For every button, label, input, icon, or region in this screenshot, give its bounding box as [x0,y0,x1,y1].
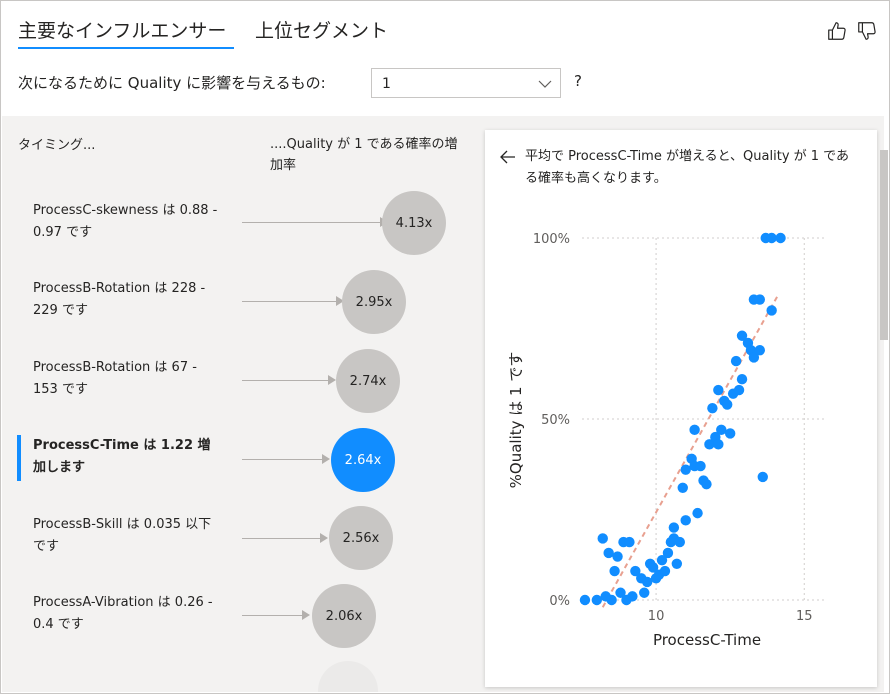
thumbs-up-icon[interactable] [826,20,848,42]
multiplier-bubble: 2.64x [331,428,395,492]
thumbs-down-icon[interactable] [856,20,878,42]
influencer-label: ProcessC-Time は 1.22 増加します [33,438,211,475]
scatter-point[interactable] [612,551,623,562]
scatter-point[interactable] [677,482,688,493]
scatter-point[interactable] [713,439,724,450]
influencer-connector [242,301,342,302]
multiplier-bubble: 2.56x [329,506,393,570]
influencer-label: ProcessB-Rotation は 67 - 153 です [33,360,197,397]
scatter-point[interactable] [680,515,691,526]
influencer-row[interactable]: ProcessB-Rotation は 228 - 229 です 2.95x [2,265,472,335]
influencer-connector [242,380,332,381]
scatter-point[interactable] [766,305,777,316]
scrollbar[interactable] [880,150,888,340]
influencer-connector [242,538,324,539]
scatter-point[interactable] [600,591,611,602]
scatter-point[interactable] [754,345,766,356]
influencer-label: ProcessB-Rotation は 228 - 229 です [33,281,206,318]
scatter-point[interactable] [730,355,742,367]
multiplier-bubble: 2.06x [312,584,376,648]
scatter-point[interactable] [674,536,685,548]
scatter-point[interactable] [671,558,683,569]
scatter-point[interactable] [668,522,680,533]
influencer-label: ProcessC-skewness は 0.88 - 0.97 です [33,203,218,240]
multiplier-bubble: 2.95x [342,270,406,334]
tab-key-influencers[interactable]: 主要なインフルエンサー [18,16,226,43]
partial-bubble [318,661,378,692]
scatter-point[interactable] [615,587,626,598]
x-tick-label: 15 [796,609,813,624]
scatter-point[interactable] [641,576,653,588]
scatter-point[interactable] [775,232,786,244]
scatter-point[interactable] [624,536,635,548]
scatter-point[interactable] [603,547,614,559]
scatter-point[interactable] [701,478,712,490]
scatter-point[interactable] [639,587,650,598]
scatter-chart: 0% 50% 100% 10 15 ProcessC-Time %Quality は 1… [507,232,825,649]
influencer-connector [242,222,382,223]
influencer-row[interactable]: ProcessC-skewness は 0.88 - 0.97 です 4.13x [2,186,472,256]
y-axis-title: %Quality は 1 です [507,352,525,489]
arrow-right-icon [322,454,330,464]
column-header-increase: ....Quality が 1 である確率の増加率 [270,137,458,173]
scatter-point[interactable] [659,565,671,577]
multiplier-bubble: 2.74x [336,349,400,413]
scatter-point[interactable] [716,424,727,436]
arrow-right-icon [328,375,336,385]
help-icon[interactable]: ? [574,72,582,90]
scatter-point[interactable] [733,384,745,396]
scatter-point[interactable] [722,399,733,410]
arrow-right-icon [320,533,328,543]
scatter-point[interactable] [579,594,591,606]
influencer-row[interactable]: ProcessC-Time は 1.22 増加します 2.64x [2,423,472,493]
quality-value-dropdown[interactable]: 1 [371,68,561,98]
column-header-factor: タイミング... [18,138,96,153]
scatter-point[interactable] [597,533,608,544]
scatter-point[interactable] [766,232,777,244]
scatter-point[interactable] [754,294,766,305]
influencer-row[interactable]: ProcessB-Skill は 0.035 以下です 2.56x [2,502,472,572]
dropdown-selected-value: 1 [382,76,391,92]
x-tick-label: 10 [648,609,665,624]
scatter-point[interactable] [692,507,703,519]
scatter-point[interactable] [680,464,691,475]
influencer-connector [242,615,306,616]
influencer-connector [242,459,326,460]
scatter-point[interactable] [689,424,700,436]
y-tick-label: 100% [533,232,570,247]
influencer-label: ProcessA-Vibration は 0.26 - 0.4 です [33,595,213,632]
arrow-right-icon [302,610,310,620]
y-tick-label: 0% [549,594,570,609]
scatter-point[interactable] [609,565,620,577]
chevron-down-icon [538,80,552,88]
y-tick-label: 50% [541,413,570,428]
scatter-point[interactable] [707,402,718,414]
selected-indicator [17,435,21,481]
active-tab-indicator [18,47,234,49]
scatter-point[interactable] [736,373,748,385]
scatter-point[interactable] [757,471,768,483]
tab-top-segments[interactable]: 上位セグメント [255,16,388,43]
multiplier-bubble: 4.13x [382,191,446,255]
influencer-row[interactable]: ProcessA-Vibration は 0.26 - 0.4 です 2.06x [2,581,472,651]
x-axis-title: ProcessC-Time [653,631,761,649]
influencer-label: ProcessB-Skill は 0.035 以下です [33,517,212,554]
influencer-row[interactable]: ProcessB-Rotation は 67 - 153 です 2.74x [2,344,472,414]
scatter-point[interactable] [591,594,603,606]
scatter-point[interactable] [662,547,674,559]
scatter-point[interactable] [724,428,736,439]
influence-question: 次になるために Quality に影響を与えるもの: [18,74,326,92]
scatter-point[interactable] [627,591,638,602]
scatter-point[interactable] [695,460,706,472]
scatter-point[interactable] [713,384,724,396]
